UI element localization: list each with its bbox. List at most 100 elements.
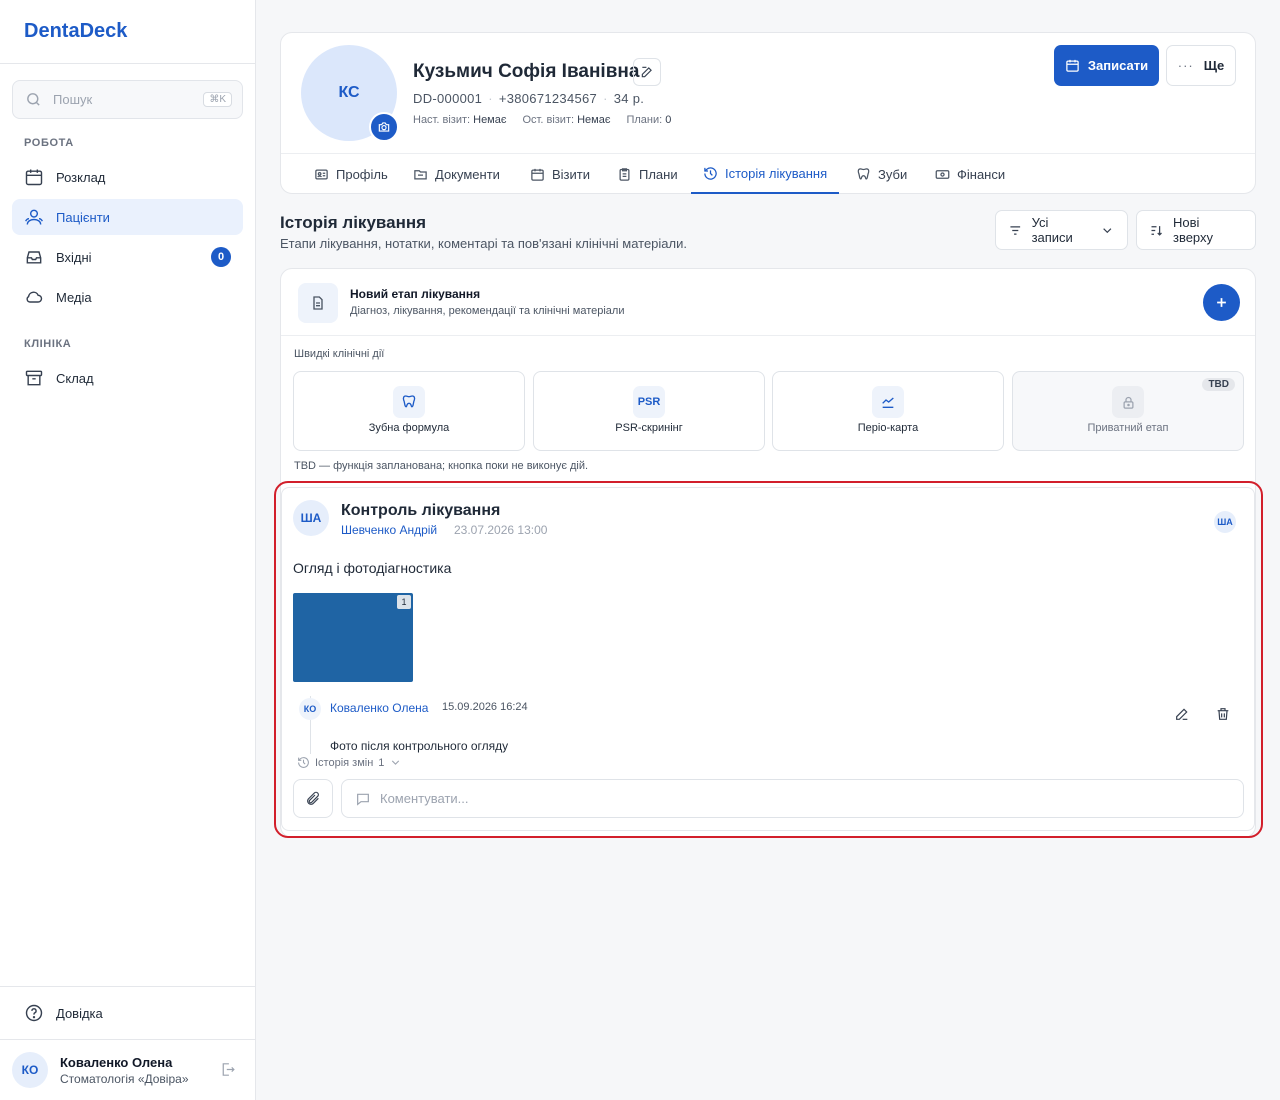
more-actions-button[interactable]: ··· Ще xyxy=(1166,45,1236,86)
tab-label: Плани xyxy=(639,166,678,182)
calendar-icon xyxy=(531,168,544,181)
sidebar-item-label: Медіа xyxy=(56,289,92,305)
tab-label: Профіль xyxy=(336,166,388,182)
plus-icon xyxy=(1217,298,1226,307)
chart-icon xyxy=(872,386,904,418)
last-visit-value: Немає xyxy=(577,114,611,126)
quick-action-perio-chart[interactable]: Періо-карта xyxy=(772,371,1004,451)
quick-action-label: Зубна формула xyxy=(368,422,450,434)
next-visit-value: Немає xyxy=(473,114,507,126)
clipboard-icon xyxy=(619,167,630,181)
sidebar-item-label: Довідка xyxy=(56,1005,103,1021)
user-avatar[interactable]: КО xyxy=(12,1052,48,1088)
tab-label: Документи xyxy=(435,166,500,182)
tab-teeth[interactable]: Зуби xyxy=(856,154,907,194)
patient-name: Кузьмич Софія Іванівна xyxy=(413,61,640,82)
user-name: Коваленко Олена xyxy=(60,1055,173,1070)
archive-icon xyxy=(25,370,43,386)
tab-plans[interactable]: Плани xyxy=(617,154,678,194)
lock-icon xyxy=(1112,386,1144,418)
app-logo[interactable]: DentaDeck xyxy=(24,20,127,43)
separator-dot: · xyxy=(488,91,493,106)
quick-action-label: Періо-карта xyxy=(857,422,919,434)
patient-id: DD-000001 xyxy=(413,91,483,106)
next-visit: Наст. візит: Немає xyxy=(413,114,506,126)
divider xyxy=(0,1039,255,1040)
quick-actions-label: Швидкі клінічні дії xyxy=(294,348,385,360)
new-stage-subtitle: Діагноз, лікування, рекомендації та клін… xyxy=(350,305,625,317)
sidebar-item-schedule[interactable]: Розклад xyxy=(12,159,243,195)
tooth-icon xyxy=(393,386,425,418)
calendar-icon xyxy=(25,169,43,186)
quick-action-label: PSR-скринінг xyxy=(615,422,683,434)
sidebar-item-media[interactable]: Медіа xyxy=(12,279,243,315)
id-card-icon xyxy=(315,169,328,179)
sidebar: DentaDeck Пошук ⌘K РОБОТА Розклад Пацієн… xyxy=(0,0,256,1100)
quick-action-label: Приватний етап xyxy=(1087,422,1169,434)
logout-icon[interactable] xyxy=(219,1061,236,1078)
patient-header: КС Кузьмич Софія Іванівна DD-000001 · +3… xyxy=(280,32,1256,194)
book-appointment-button[interactable]: Записати xyxy=(1054,45,1159,86)
sidebar-item-help[interactable]: Довідка xyxy=(12,995,243,1031)
last-visit-label: Ост. візит: xyxy=(522,114,575,126)
search-placeholder: Пошук xyxy=(53,92,93,107)
sidebar-item-inbox[interactable]: Вхідні 0 xyxy=(12,239,243,275)
tab-profile[interactable]: Профіль xyxy=(314,154,388,194)
plans-count: Плани: 0 xyxy=(626,114,671,126)
sort-label: Нові зверху xyxy=(1172,215,1214,245)
sidebar-item-label: Пацієнти xyxy=(56,209,110,225)
cloud-icon xyxy=(26,291,43,303)
quick-action-dental-formula[interactable]: Зубна формула xyxy=(293,371,525,451)
highlight-outline xyxy=(274,481,1263,838)
more-dots-icon: ··· xyxy=(1177,58,1194,73)
section-label-work: РОБОТА xyxy=(24,137,74,149)
edit-icon xyxy=(641,66,652,78)
patient-meta: DD-000001 · +380671234567 · 34 р. xyxy=(413,91,644,106)
divider xyxy=(281,335,1255,336)
next-visit-label: Наст. візит: xyxy=(413,114,471,126)
tab-documents[interactable]: Документи xyxy=(413,154,500,194)
edit-patient-button[interactable] xyxy=(633,58,661,86)
divider xyxy=(0,986,255,987)
filter-label: Усі записи xyxy=(1031,215,1073,245)
sort-button[interactable]: Нові зверху xyxy=(1136,210,1256,250)
tbd-badge: TBD xyxy=(1202,378,1235,391)
help-circle-icon xyxy=(25,1004,43,1022)
sidebar-item-label: Склад xyxy=(56,370,94,386)
inbox-count-badge: 0 xyxy=(211,247,231,267)
sidebar-item-warehouse[interactable]: Склад xyxy=(12,360,243,396)
sidebar-item-label: Вхідні xyxy=(56,249,92,265)
user-clinic: Стоматологія «Довіра» xyxy=(60,1072,189,1086)
patient-stats: Наст. візит: Немає Ост. візит: Немає Пла… xyxy=(413,114,671,126)
sidebar-item-patients[interactable]: Пацієнти xyxy=(12,199,243,235)
history-title: Історія лікування xyxy=(280,213,427,232)
search-shortcut: ⌘K xyxy=(203,92,232,107)
patient-phone[interactable]: +380671234567 xyxy=(499,91,597,106)
history-icon xyxy=(704,166,717,180)
sort-icon xyxy=(1151,225,1162,236)
search-input[interactable]: Пошук ⌘K xyxy=(12,80,243,119)
document-icon xyxy=(298,283,338,323)
psr-icon: PSR xyxy=(633,386,665,418)
filter-dropdown[interactable]: Усі записи xyxy=(995,210,1128,250)
tab-label: Історія лікування xyxy=(725,165,828,181)
separator-dot: · xyxy=(603,91,608,106)
tab-visits[interactable]: Візити xyxy=(530,154,590,194)
quick-action-psr[interactable]: PSR PSR-скринінг xyxy=(533,371,765,451)
last-visit: Ост. візит: Немає xyxy=(522,114,610,126)
folder-icon xyxy=(414,169,427,179)
calendar-icon xyxy=(1066,59,1079,72)
tab-finance[interactable]: Фінанси xyxy=(935,154,1005,194)
filter-icon xyxy=(1010,225,1021,235)
money-icon xyxy=(935,169,950,179)
tab-label: Візити xyxy=(552,166,590,182)
add-stage-button[interactable] xyxy=(1203,284,1240,321)
tab-label: Фінанси xyxy=(957,166,1006,182)
quick-action-private-stage[interactable]: TBD Приватний етап xyxy=(1012,371,1244,451)
change-photo-button[interactable] xyxy=(369,112,399,142)
more-button-label: Ще xyxy=(1203,58,1225,73)
sidebar-item-label: Розклад xyxy=(56,169,106,185)
tab-treatment-history[interactable]: Історія лікування xyxy=(691,154,839,194)
new-stage-title: Новий етап лікування xyxy=(350,287,481,301)
tbd-note: TBD — функція запланована; кнопка поки н… xyxy=(294,460,589,472)
